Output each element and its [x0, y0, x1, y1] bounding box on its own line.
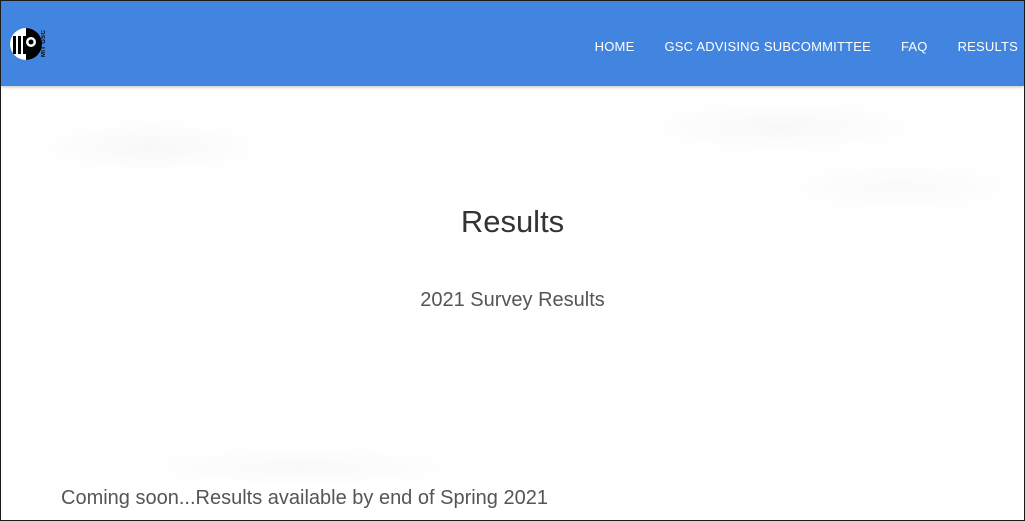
logo-text: MIT GSC — [41, 29, 47, 57]
nav-advising-subcommittee-link[interactable]: GSC ADVISING SUBCOMMITTEE — [664, 39, 871, 54]
nav-results-link[interactable]: RESULTS — [958, 39, 1018, 54]
nav-faq-link[interactable]: FAQ — [901, 39, 928, 54]
page-frame: MIT GSC HOME GSC ADVISING SUBCOMMITTEE F… — [0, 0, 1025, 521]
main-nav: HOME GSC ADVISING SUBCOMMITTEE FAQ RESUL… — [565, 39, 1018, 54]
coming-soon-text: Coming soon...Results available by end o… — [61, 487, 548, 509]
page-subtitle: 2021 Survey Results — [420, 289, 605, 311]
nav-home-link[interactable]: HOME — [595, 39, 635, 54]
mit-gsc-logo-icon[interactable] — [9, 27, 43, 61]
top-navbar: MIT GSC HOME GSC ADVISING SUBCOMMITTEE F… — [1, 1, 1024, 86]
page-title: Results — [460, 204, 565, 239]
